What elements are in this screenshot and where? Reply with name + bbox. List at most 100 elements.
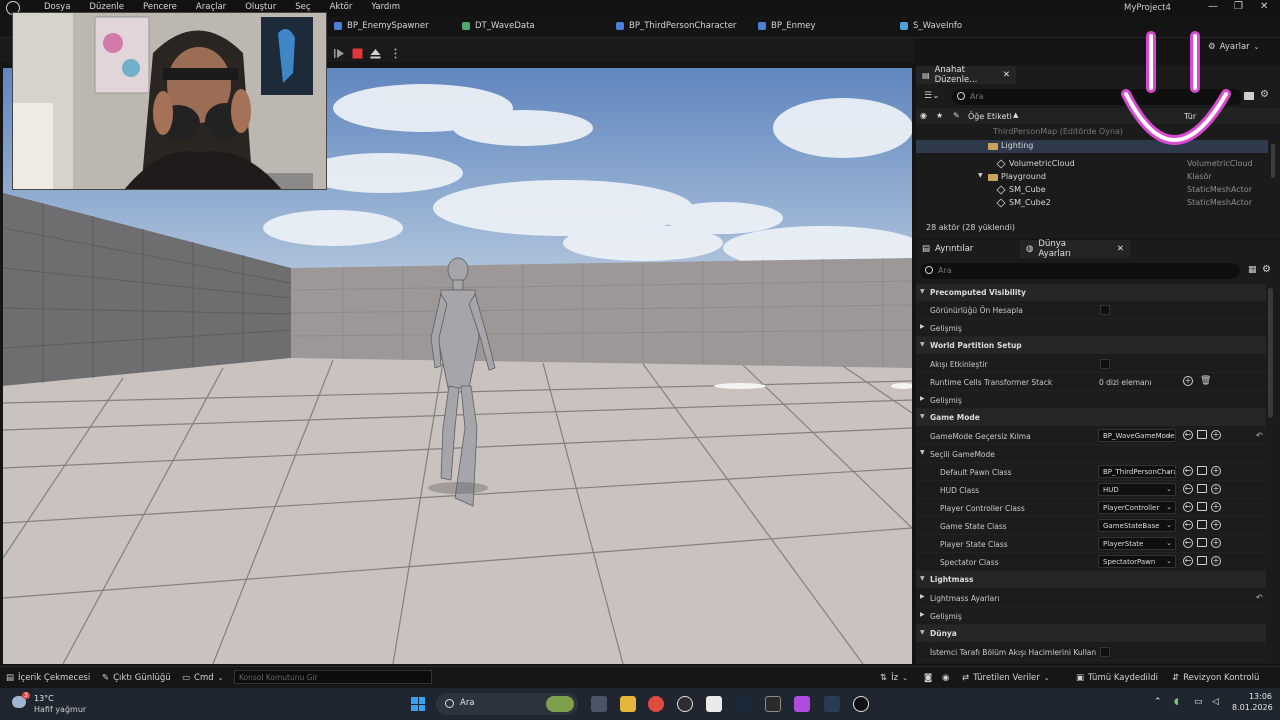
menu-help[interactable]: Yardım: [371, 2, 400, 12]
volume-icon[interactable]: ◁: [1212, 697, 1219, 707]
unreal-engine-icon[interactable]: [853, 696, 869, 712]
menu-edit[interactable]: Düzenle: [89, 2, 124, 12]
table-view-icon[interactable]: ▦: [1248, 265, 1257, 275]
folder-browse-icon[interactable]: [1197, 430, 1207, 439]
steam-alt-icon[interactable]: [824, 696, 840, 712]
maximize-button[interactable]: ❐: [1234, 1, 1243, 12]
browse-icon[interactable]: ←: [1183, 484, 1193, 494]
section-world-partition[interactable]: ▼ World Partition Setup: [916, 337, 1266, 354]
weather-widget[interactable]: 3 13°C Hafif yağmur: [12, 692, 102, 716]
pin-icon[interactable]: ✎: [953, 111, 960, 120]
cmd-dropdown[interactable]: ▭ Cmd ⌄: [182, 673, 224, 683]
property-row[interactable]: ▶ Lightmass Ayarları ↶: [916, 589, 1266, 607]
player-state-dropdown[interactable]: PlayerState ⌄: [1098, 537, 1176, 550]
taskbar-search[interactable]: Ara: [436, 693, 578, 715]
property-row-advanced[interactable]: ▶ Gelişmiş: [916, 319, 1266, 337]
derived-data-button[interactable]: ⇄ Türetilen Veriler ⌄: [962, 673, 1050, 683]
tab-world-settings[interactable]: ◍ Dünya Ayarları ✕: [1020, 239, 1130, 259]
minimize-button[interactable]: —: [1208, 1, 1218, 12]
outliner-row[interactable]: VolumetricCloud VolumetricCloud: [916, 158, 1268, 171]
trash-icon[interactable]: 🗑: [1200, 376, 1211, 386]
details-search[interactable]: Ara: [920, 263, 1240, 279]
checkbox[interactable]: [1100, 647, 1110, 657]
close-button[interactable]: ✕: [1260, 1, 1268, 12]
section-lightmass[interactable]: ▼ Lightmass: [916, 571, 1266, 588]
gear-icon[interactable]: ⚙: [1260, 89, 1269, 100]
folder-browse-icon[interactable]: [1197, 484, 1207, 493]
tray-chevron-icon[interactable]: ⌃: [1154, 697, 1162, 707]
reset-icon[interactable]: ↶: [1256, 593, 1263, 602]
checkbox[interactable]: [1100, 305, 1110, 315]
add-icon[interactable]: +: [1211, 520, 1221, 530]
menu-window[interactable]: Pencere: [143, 2, 177, 12]
section-game-mode[interactable]: ▼ Game Mode: [916, 409, 1266, 426]
tab-dt-wavedata[interactable]: DT_WaveData: [462, 21, 535, 31]
game-state-dropdown[interactable]: GameStateBase ⌄: [1098, 519, 1176, 532]
epic-games-icon[interactable]: [765, 696, 781, 712]
add-folder-icon[interactable]: [1244, 92, 1254, 100]
reset-icon[interactable]: ↶: [1256, 431, 1263, 440]
star-icon[interactable]: ★: [936, 111, 943, 120]
mic-icon[interactable]: ◖: [1174, 697, 1179, 707]
folder-browse-icon[interactable]: [1197, 502, 1207, 511]
outliner-row[interactable]: ▼ Playground Klasör: [916, 171, 1268, 184]
output-log-button[interactable]: ✎ Çıktı Günlüğü: [102, 673, 171, 683]
menu-build[interactable]: Oluştur: [245, 2, 276, 12]
checkbox[interactable]: [1100, 359, 1110, 369]
tab-details[interactable]: ▤ Ayrıntılar: [916, 240, 1016, 258]
revision-control-button[interactable]: ⇵ Revizyon Kontrolü: [1172, 673, 1259, 683]
file-explorer-icon[interactable]: [620, 696, 636, 712]
folder-browse-icon[interactable]: [1197, 556, 1207, 565]
browse-icon[interactable]: ←: [1183, 430, 1193, 440]
tab-bp-enmey[interactable]: BP_Enmey: [758, 21, 816, 31]
section-precomputed-visibility[interactable]: ▼ Precomputed Visibility: [916, 284, 1266, 301]
stop-button[interactable]: [352, 44, 363, 59]
default-pawn-dropdown[interactable]: BP_ThirdPersonCharacter⌄: [1098, 465, 1176, 478]
add-icon[interactable]: +: [1211, 538, 1221, 548]
property-row-advanced[interactable]: ▶ Gelişmiş: [916, 391, 1266, 409]
steam-icon[interactable]: [736, 696, 752, 712]
add-icon[interactable]: +: [1211, 502, 1221, 512]
windows-start-icon[interactable]: [411, 697, 425, 711]
expand-arrow-icon[interactable]: ▼: [978, 172, 983, 179]
add-icon[interactable]: +: [1211, 484, 1221, 494]
streaming-app-icon[interactable]: [794, 696, 810, 712]
browse-icon[interactable]: ←: [1183, 538, 1193, 548]
outliner-row[interactable]: SM_Cube StaticMeshActor: [916, 184, 1268, 197]
tab-bp-thirdpersoncharacter[interactable]: BP_ThirdPersonCharacter: [616, 21, 736, 31]
property-row[interactable]: ▼ Seçili GameMode: [916, 445, 1266, 463]
browse-icon[interactable]: ←: [1183, 520, 1193, 530]
column-item-label[interactable]: Öğe Etiketi: [968, 112, 1012, 121]
frame-skip-icon[interactable]: [334, 44, 345, 58]
github-icon[interactable]: [677, 696, 693, 712]
content-drawer-button[interactable]: ▤ İçerik Çekmecesi: [6, 673, 90, 683]
network-icon[interactable]: ▭: [1194, 697, 1203, 707]
more-options-icon[interactable]: [390, 44, 401, 59]
filter-icon[interactable]: ☰⌄: [924, 91, 940, 101]
trace-button[interactable]: ⇅ İz ⌄: [880, 673, 908, 683]
folder-browse-icon[interactable]: [1197, 538, 1207, 547]
outliner-scrollbar[interactable]: [1271, 144, 1275, 178]
close-tab-icon[interactable]: ✕: [1003, 70, 1010, 80]
store-icon[interactable]: [706, 696, 722, 712]
browse-icon[interactable]: ←: [1183, 502, 1193, 512]
browse-icon[interactable]: ←: [1183, 556, 1193, 566]
folder-browse-icon[interactable]: [1197, 466, 1207, 475]
gear-icon[interactable]: ⚙: [1262, 264, 1271, 275]
tab-s-waveinfo[interactable]: S_WaveInfo: [900, 21, 962, 31]
menu-tools[interactable]: Araçlar: [196, 2, 226, 12]
add-icon[interactable]: +: [1211, 430, 1221, 440]
section-world[interactable]: ▼ Dünya: [916, 625, 1266, 642]
gamemode-dropdown[interactable]: BP_WaveGameMode ⌄: [1098, 429, 1176, 442]
player-controller-dropdown[interactable]: PlayerController ⌄: [1098, 501, 1176, 514]
record-icon[interactable]: ◉: [942, 673, 949, 683]
chrome-icon[interactable]: [648, 696, 664, 712]
property-row-advanced[interactable]: ▶ Gelişmiş: [916, 607, 1266, 625]
menu-file[interactable]: Dosya: [44, 2, 70, 12]
visibility-icon[interactable]: ◉: [920, 111, 927, 120]
task-view-icon[interactable]: [591, 696, 607, 712]
close-tab-icon[interactable]: ✕: [1117, 244, 1124, 254]
camera-icon[interactable]: ◙: [924, 673, 932, 683]
all-saved-button[interactable]: ▣ Tümü Kaydedildi: [1076, 673, 1158, 683]
add-element-icon[interactable]: +: [1183, 376, 1193, 386]
